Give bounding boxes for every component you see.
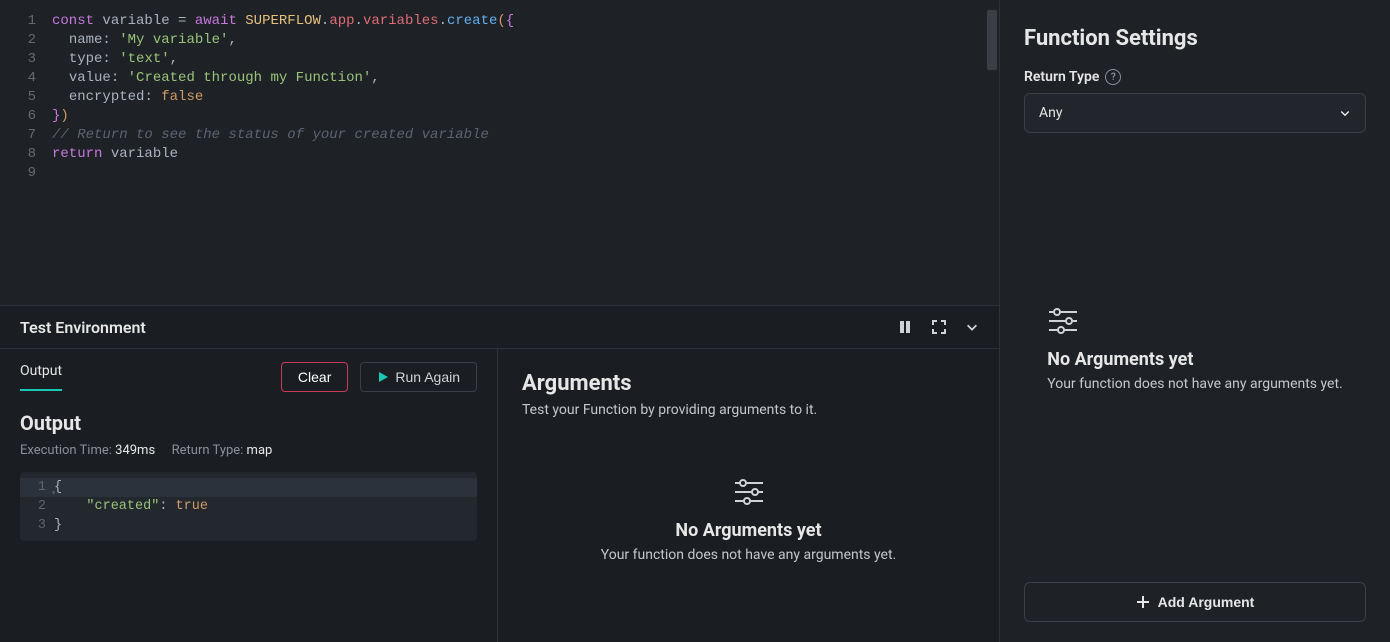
tab-output[interactable]: Output <box>20 363 62 391</box>
sliders-icon <box>1047 307 1079 335</box>
sidebar-empty-body: Your function does not have any argument… <box>1047 376 1342 392</box>
pause-icon[interactable] <box>897 319 913 335</box>
run-button-label: Run Again <box>395 369 460 385</box>
code-editor[interactable]: 123456789 const variable = await SUPERFL… <box>0 0 999 305</box>
play-icon <box>377 371 389 383</box>
arguments-empty-state: No Arguments yet Your function does not … <box>522 478 975 563</box>
expand-icon[interactable] <box>931 319 947 335</box>
return-type-value: map <box>247 443 273 458</box>
arguments-empty-body: Your function does not have any argument… <box>601 547 896 563</box>
output-json[interactable]: 1▾{2 "created": true3} <box>20 472 477 541</box>
return-type-selected: Any <box>1039 105 1063 121</box>
output-heading: Output <box>20 411 477 435</box>
arguments-empty-title: No Arguments yet <box>675 520 821 541</box>
sidebar-empty-title: No Arguments yet <box>1047 349 1193 370</box>
plus-icon <box>1136 595 1150 609</box>
chevron-down-icon <box>1339 107 1351 119</box>
return-type-select[interactable]: Any <box>1024 93 1366 133</box>
execution-time-value: 349ms <box>115 443 155 458</box>
test-env-header: Test Environment <box>0 305 999 349</box>
line-gutter: 123456789 <box>0 12 52 305</box>
arguments-heading: Arguments <box>522 371 975 396</box>
output-tab-row: Output Clear Run Again <box>0 349 497 397</box>
help-icon[interactable]: ? <box>1105 69 1121 85</box>
chevron-down-icon[interactable] <box>965 320 979 334</box>
clear-button[interactable]: Clear <box>281 362 348 392</box>
code-area[interactable]: const variable = await SUPERFLOW.app.var… <box>52 12 999 305</box>
sidebar-arguments-empty: No Arguments yet Your function does not … <box>1047 307 1342 392</box>
add-argument-label: Add Argument <box>1158 594 1255 610</box>
sliders-icon <box>733 478 765 506</box>
arguments-subtitle: Test your Function by providing argument… <box>522 402 975 418</box>
add-argument-button[interactable]: Add Argument <box>1024 582 1366 622</box>
output-meta: Execution Time: 349ms Return Type: map <box>20 443 477 458</box>
return-type-label: Return Type ? <box>1024 69 1366 85</box>
clear-button-label: Clear <box>298 369 331 385</box>
run-again-button[interactable]: Run Again <box>360 362 477 392</box>
sidebar-title: Function Settings <box>1024 26 1366 51</box>
editor-scrollbar[interactable] <box>987 10 997 70</box>
test-env-title: Test Environment <box>20 318 146 337</box>
